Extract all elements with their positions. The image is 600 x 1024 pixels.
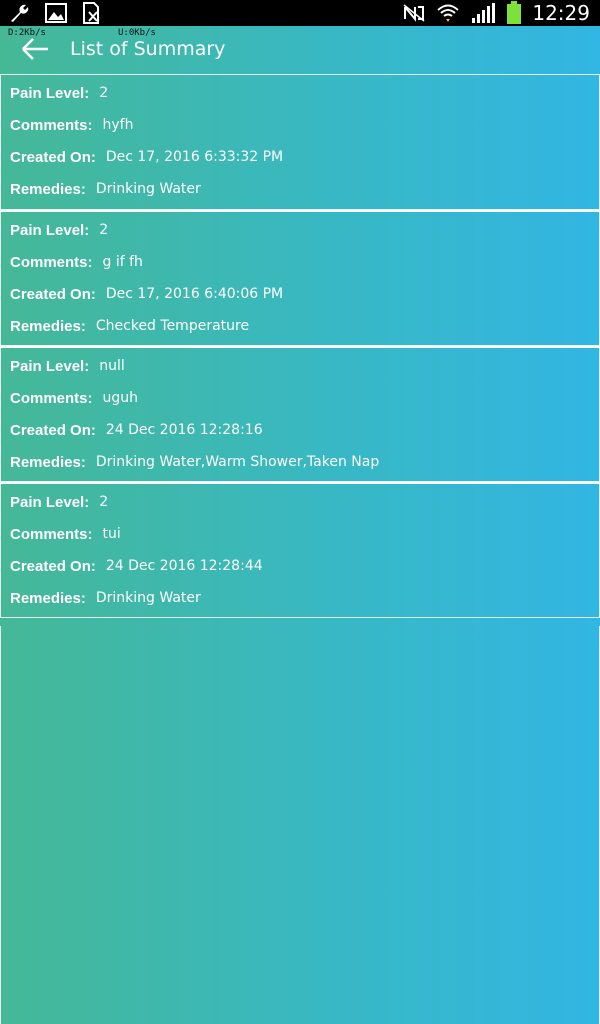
pain-level-label: Pain Level:	[10, 358, 90, 375]
summary-card[interactable]: Pain Level: null Comments: uguh Created On…	[0, 346, 600, 482]
clock: 12:29	[532, 1, 590, 25]
created-on-label: Created On:	[10, 149, 96, 166]
pain-level-value: 2	[99, 85, 109, 101]
back-arrow-icon[interactable]	[20, 36, 52, 62]
remedies-row: Remedies: Drinking Water	[10, 590, 599, 622]
remedies-value: Drinking Water,Warm Shower,Taken Nap	[95, 454, 380, 470]
created-on-value: Dec 17, 2016 6:33:32 PM	[105, 149, 284, 165]
remedies-label: Remedies:	[10, 181, 86, 198]
pain-level-row: Pain Level: 2	[10, 85, 599, 117]
toolbar: List of Summary	[0, 26, 600, 74]
pain-level-row: Pain Level: null	[10, 358, 599, 390]
remedies-row: Remedies: Drinking Water	[10, 181, 599, 213]
pain-level-value: 2	[99, 222, 109, 238]
remedies-label: Remedies:	[10, 318, 86, 335]
pain-level-row: Pain Level: 2	[10, 222, 599, 254]
remedies-value: Checked Temperature	[95, 318, 250, 334]
sim-icon	[83, 2, 99, 24]
signal-icon	[472, 3, 496, 23]
comments-value: tui	[102, 526, 121, 542]
comments-row: Comments: g if fh	[10, 254, 599, 286]
pain-level-value: null	[99, 358, 125, 374]
empty-list-area	[0, 626, 600, 1024]
created-on-label: Created On:	[10, 422, 96, 439]
nfc-icon	[403, 4, 425, 22]
comments-row: Comments: hyfh	[10, 117, 599, 149]
created-on-value: 24 Dec 2016 12:28:44	[105, 558, 263, 574]
pain-level-label: Pain Level:	[10, 222, 90, 239]
summary-list: Pain Level: 2 Comments: hyfh Created On: De…	[0, 74, 600, 618]
pain-level-value: 2	[99, 494, 109, 510]
comments-row: Comments: uguh	[10, 390, 599, 422]
comments-value: g if fh	[102, 254, 143, 270]
created-on-value: Dec 17, 2016 6:40:06 PM	[105, 286, 284, 302]
comments-value: uguh	[102, 390, 139, 406]
summary-card[interactable]: Pain Level: 2 Comments: hyfh Created On: De…	[0, 74, 600, 210]
comments-label: Comments:	[10, 526, 93, 543]
notification-icons	[8, 2, 102, 24]
comments-value: hyfh	[102, 117, 134, 133]
summary-card[interactable]: Pain Level: 2 Comments: g if fh Created On…	[0, 210, 600, 346]
created-on-row: Created On: Dec 17, 2016 6:40:06 PM	[10, 286, 599, 318]
created-on-row: Created On: Dec 17, 2016 6:33:32 PM	[10, 149, 599, 181]
comments-label: Comments:	[10, 117, 93, 134]
system-icons: 12:29	[402, 0, 590, 26]
comments-label: Comments:	[10, 254, 93, 271]
remedies-label: Remedies:	[10, 454, 86, 471]
remedies-value: Drinking Water	[95, 181, 201, 197]
created-on-label: Created On:	[10, 286, 96, 303]
page-title: List of Summary	[70, 38, 226, 60]
wifi-icon	[437, 4, 460, 22]
created-on-value: 24 Dec 2016 12:28:16	[105, 422, 263, 438]
remedies-label: Remedies:	[10, 590, 86, 607]
pain-level-row: Pain Level: 2	[10, 494, 599, 526]
wrench-icon	[11, 4, 29, 22]
created-on-row: Created On: 24 Dec 2016 12:28:44	[10, 558, 599, 590]
created-on-row: Created On: 24 Dec 2016 12:28:16	[10, 422, 599, 454]
battery-icon	[507, 1, 522, 24]
pain-level-label: Pain Level:	[10, 85, 90, 102]
status-bar: 12:29	[0, 0, 600, 26]
summary-card[interactable]: Pain Level: 2 Comments: tui Created On: 24 …	[0, 482, 600, 618]
image-icon	[45, 3, 67, 23]
comments-label: Comments:	[10, 390, 93, 407]
comments-row: Comments: tui	[10, 526, 599, 558]
remedies-value: Drinking Water	[95, 590, 201, 606]
created-on-label: Created On:	[10, 558, 96, 575]
pain-level-label: Pain Level:	[10, 494, 90, 511]
